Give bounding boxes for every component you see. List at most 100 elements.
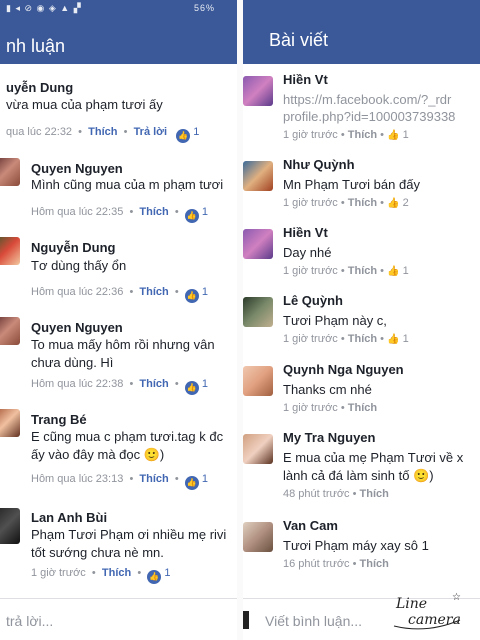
avatar[interactable] — [243, 522, 273, 552]
avatar[interactable] — [0, 317, 20, 345]
comment-author[interactable]: Quyen Nguyen — [31, 320, 123, 335]
avatar[interactable] — [243, 434, 273, 464]
comment-text: tốt sướng chưa nè mn. — [31, 545, 164, 560]
like-count[interactable]: 1 — [202, 473, 208, 485]
avatar[interactable] — [243, 76, 273, 106]
like-button[interactable]: Thích — [348, 265, 377, 277]
comment-author[interactable]: Lê Quỳnh — [283, 293, 343, 308]
comment-meta: 1 giờ trước • Thích • 👍 2 — [283, 197, 409, 209]
status-bar: ▮ ◂ ⊘ ◉ ◈ ▲ ▞ 56% — [0, 0, 237, 16]
avatar[interactable] — [243, 366, 273, 396]
like-button[interactable]: Thích — [139, 286, 168, 298]
comment-author[interactable]: Quyen Nguyen — [31, 161, 123, 176]
line-camera-watermark: Line camera ☆ — [393, 592, 461, 630]
comment-author[interactable]: My Tra Nguyen — [283, 430, 375, 445]
like-count[interactable]: 1 — [403, 333, 409, 345]
thumbs-up-icon: 👍 — [387, 198, 400, 209]
comment-meta: Hôm qua lúc 22:35 • Thích • 👍 1 — [31, 206, 208, 223]
comment-input-placeholder[interactable]: Viết bình luận... — [265, 613, 362, 629]
right-screenshot-panel: Bài viết Hiền Vt https://m.facebook.com/… — [243, 0, 480, 640]
like-button[interactable]: Thích — [348, 333, 377, 345]
comment-meta: 1 giờ trước • Thích — [283, 402, 378, 414]
avatar[interactable] — [243, 297, 273, 327]
comment-meta: 48 phút trước • Thích — [283, 488, 389, 500]
like-count-icon: 👍 — [184, 476, 199, 490]
comment-meta: 1 giờ trước • Thích • 👍 1 — [31, 567, 171, 584]
thumbs-up-icon: 👍 — [387, 266, 400, 277]
comment-text: chưa dùng. Hì — [31, 355, 114, 370]
status-bar — [243, 0, 480, 14]
like-button[interactable]: Thích — [88, 126, 117, 138]
comment-author[interactable]: Lan Anh Bùi — [31, 510, 107, 525]
thumbs-up-icon: 👍 — [387, 130, 400, 141]
comment-text: Day nhé — [283, 245, 332, 260]
like-count[interactable]: 1 — [202, 378, 208, 390]
battery-level: 56% — [193, 3, 215, 13]
post-header: Bài viết — [243, 14, 480, 64]
camera-icon[interactable] — [243, 611, 249, 629]
comment-text: Tươi Phạm này c, — [283, 313, 387, 328]
avatar[interactable] — [0, 508, 20, 544]
avatar[interactable] — [0, 409, 20, 437]
comment-text: lành cả đá làm sinh tố 🙂) — [283, 468, 434, 483]
comment-time: 1 giờ trước — [283, 197, 338, 209]
comment-text: Phạm Tươi Phạm ơi nhiều mẹ rivi — [31, 527, 227, 542]
comment-author[interactable]: Quynh Nga Nguyen — [283, 362, 404, 377]
like-button[interactable]: Thích — [348, 402, 377, 414]
like-count-icon: 👍 — [184, 289, 199, 303]
like-button[interactable]: Thích — [348, 129, 377, 141]
like-count-icon: 👍 — [176, 129, 191, 143]
comment-text: ấy vào đây mà đọc 🙂) — [31, 447, 165, 462]
reply-composer[interactable]: trả lời... — [0, 598, 237, 640]
avatar[interactable] — [243, 161, 273, 191]
like-button[interactable]: Thích — [348, 197, 377, 209]
like-button[interactable]: Thích — [139, 378, 168, 390]
like-count[interactable]: 1 — [202, 286, 208, 298]
avatar[interactable] — [243, 229, 273, 259]
comment-author[interactable]: Hiền Vt — [283, 72, 328, 87]
comment-time: 1 giờ trước — [283, 265, 338, 277]
comment-time: qua lúc 22:32 — [6, 126, 73, 138]
like-count-icon: 👍 — [184, 381, 199, 395]
comment-meta: Hôm qua lúc 23:13 • Thích • 👍 1 — [31, 473, 208, 490]
thumbs-up-icon: 👍 — [387, 334, 400, 345]
like-button[interactable]: Thích — [102, 567, 131, 579]
like-count[interactable]: 2 — [403, 197, 409, 209]
like-count-icon: 👍 — [184, 209, 199, 223]
like-button[interactable]: Thích — [360, 558, 389, 570]
comment-meta: Hôm qua lúc 22:36 • Thích • 👍 1 — [31, 286, 208, 303]
like-count[interactable]: 1 — [202, 206, 208, 218]
comment-author[interactable]: Van Cam — [283, 518, 338, 533]
reply-input-placeholder[interactable]: trả lời... — [6, 613, 53, 629]
like-button[interactable]: Thích — [139, 206, 168, 218]
svg-text:camera: camera — [408, 612, 461, 628]
comment-author[interactable]: Hiền Vt — [283, 225, 328, 240]
like-count[interactable]: 1 — [403, 129, 409, 141]
like-count[interactable]: 1 — [403, 265, 409, 277]
comment-text: To mua mấy hôm rồi nhưng vân — [31, 337, 215, 352]
comment-author[interactable]: uyễn Dung — [6, 80, 73, 95]
like-button[interactable]: Thích — [139, 473, 168, 485]
avatar[interactable] — [0, 158, 20, 186]
comment-time: 1 giờ trước — [283, 402, 338, 414]
like-count[interactable]: 1 — [193, 126, 199, 138]
comment-text: Mn Phạm Tươi bán đấy — [283, 177, 420, 192]
comment-time: 1 giờ trước — [283, 333, 338, 345]
svg-text:Line: Line — [395, 596, 427, 612]
comment-text: Mình cũng mua của m phạm tươi — [31, 177, 224, 192]
comment-author[interactable]: Trang Bé — [31, 412, 87, 427]
comment-time: 1 giờ trước — [283, 129, 338, 141]
comment-author[interactable]: Như Quỳnh — [283, 157, 355, 172]
comment-link-text[interactable]: https://m.facebook.com/?_rdr — [283, 91, 451, 109]
status-icons: ▮ ◂ ⊘ ◉ ◈ ▲ ▞ — [6, 3, 82, 13]
comment-meta: 1 giờ trước • Thích • 👍 1 — [283, 129, 409, 141]
like-count[interactable]: 1 — [164, 567, 170, 579]
reply-button[interactable]: Trả lời — [134, 126, 168, 138]
svg-text:☆: ☆ — [452, 592, 461, 603]
comment-text: E mua của mẹ Phạm Tươi về x — [283, 450, 464, 465]
comment-author[interactable]: Nguyễn Dung — [31, 240, 116, 255]
avatar[interactable] — [0, 237, 20, 265]
comments-header: nh luận — [0, 16, 237, 64]
like-button[interactable]: Thích — [360, 488, 389, 500]
comment-link-text[interactable]: profile.php?id=100003739338 — [283, 108, 455, 126]
